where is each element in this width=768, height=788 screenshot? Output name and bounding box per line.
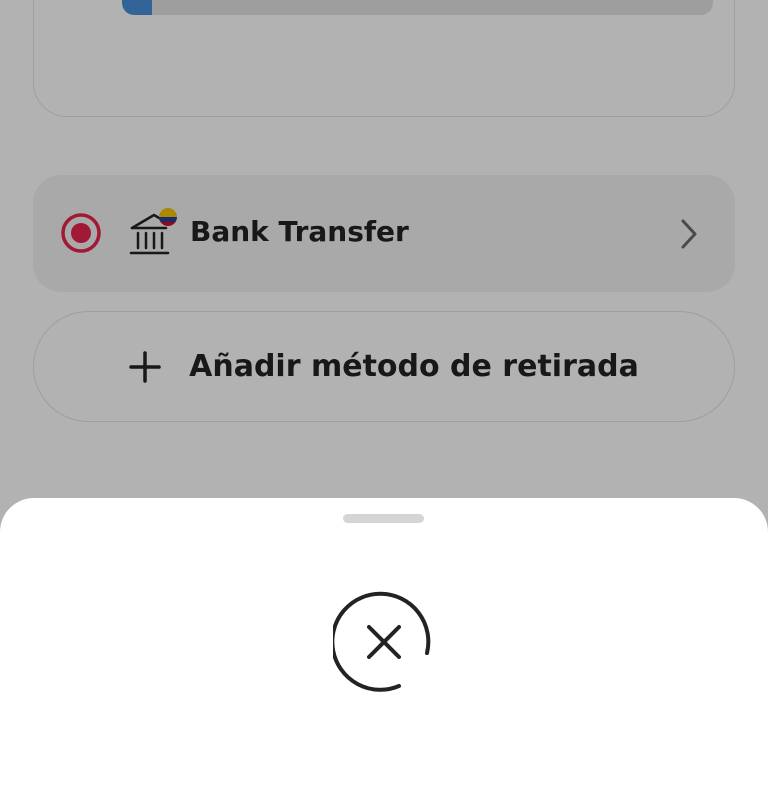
close-circle-icon[interactable] [333, 591, 435, 693]
bottom-sheet [0, 498, 768, 788]
sheet-drag-handle[interactable] [343, 514, 424, 523]
